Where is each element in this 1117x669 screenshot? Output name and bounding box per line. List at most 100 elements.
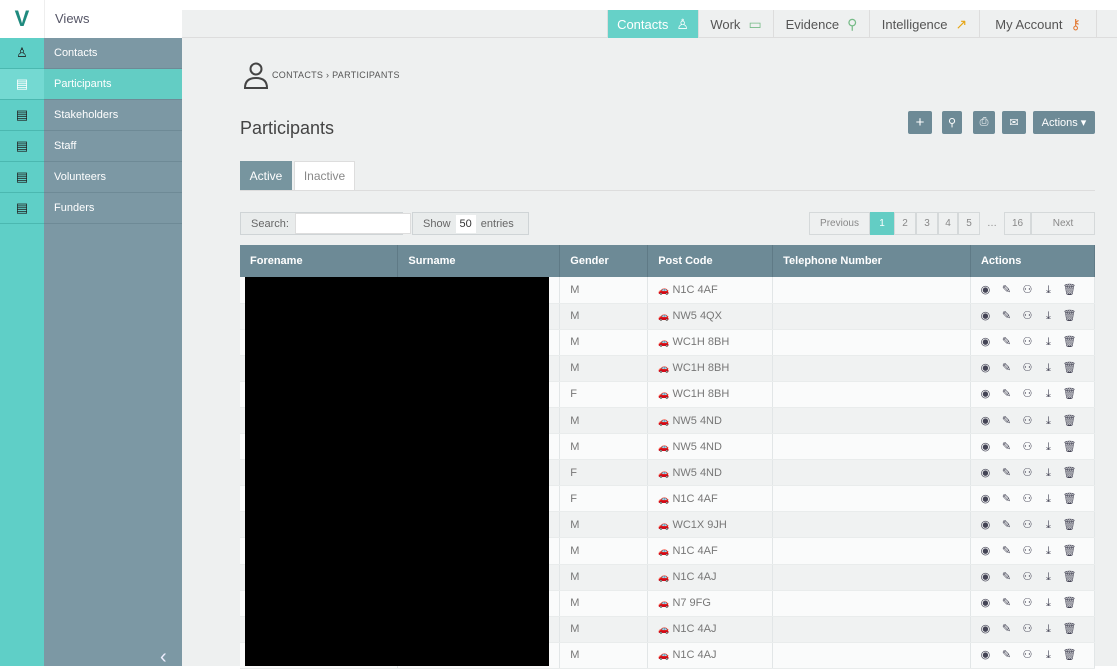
- group-icon[interactable]: ⚇: [1017, 648, 1038, 661]
- download-icon[interactable]: ⤓: [1038, 519, 1059, 532]
- download-icon[interactable]: ⤓: [1038, 649, 1059, 662]
- view-icon[interactable]: ◉: [975, 335, 996, 348]
- group-icon[interactable]: ⚇: [1017, 492, 1038, 505]
- group-icon[interactable]: ⚇: [1017, 414, 1038, 427]
- download-icon[interactable]: ⤓: [1038, 571, 1059, 584]
- list-icon[interactable]: ▤: [0, 131, 44, 162]
- group-icon[interactable]: ⚇: [1017, 309, 1038, 322]
- list-icon[interactable]: ▤: [0, 162, 44, 193]
- download-icon[interactable]: ⤓: [1038, 467, 1059, 480]
- view-icon[interactable]: ◉: [975, 466, 996, 479]
- download-icon[interactable]: ⤓: [1038, 336, 1059, 349]
- edit-icon[interactable]: ✎: [996, 414, 1017, 427]
- page-16-button[interactable]: 16: [1004, 212, 1031, 235]
- page-4-button[interactable]: 4: [938, 212, 958, 235]
- topnav-intelligence[interactable]: Intelligence ↗: [869, 10, 979, 38]
- list-icon[interactable]: ▤: [0, 100, 44, 131]
- edit-icon[interactable]: ✎: [996, 518, 1017, 531]
- column-header-forename[interactable]: Forename: [240, 245, 399, 277]
- breadcrumb[interactable]: CONTACTS › PARTICIPANTS: [272, 70, 400, 80]
- delete-icon[interactable]: 🗑: [1059, 492, 1080, 505]
- edit-icon[interactable]: ✎: [996, 283, 1017, 296]
- view-icon[interactable]: ◉: [975, 544, 996, 557]
- view-icon[interactable]: ◉: [975, 309, 996, 322]
- group-icon[interactable]: ⚇: [1017, 361, 1038, 374]
- actions-dropdown[interactable]: Actions ▾: [1033, 111, 1095, 134]
- sidebar-item-funders[interactable]: Funders: [44, 193, 182, 224]
- download-icon[interactable]: ⤓: [1038, 415, 1059, 428]
- views-label[interactable]: Views: [44, 0, 182, 38]
- download-icon[interactable]: ⤓: [1038, 284, 1059, 297]
- next-page-button[interactable]: Next: [1031, 212, 1095, 235]
- sidebar-item-contacts[interactable]: Contacts: [44, 38, 182, 69]
- app-logo[interactable]: V: [0, 0, 44, 38]
- delete-icon[interactable]: 🗑: [1059, 570, 1080, 583]
- previous-page-button[interactable]: Previous: [809, 212, 870, 235]
- group-icon[interactable]: ⚇: [1017, 440, 1038, 453]
- sidebar-item-staff[interactable]: Staff: [44, 131, 182, 162]
- tab-active[interactable]: Active: [240, 161, 292, 190]
- view-icon[interactable]: ◉: [975, 622, 996, 635]
- view-icon[interactable]: ◉: [975, 596, 996, 609]
- edit-icon[interactable]: ✎: [996, 492, 1017, 505]
- delete-icon[interactable]: 🗑: [1059, 440, 1080, 453]
- group-icon[interactable]: ⚇: [1017, 570, 1038, 583]
- view-icon[interactable]: ◉: [975, 361, 996, 374]
- column-header-gender[interactable]: Gender: [559, 245, 649, 277]
- add-button[interactable]: +: [908, 111, 932, 134]
- edit-icon[interactable]: ✎: [996, 466, 1017, 479]
- search-button[interactable]: ⚲: [942, 111, 962, 134]
- delete-icon[interactable]: 🗑: [1059, 361, 1080, 374]
- sidebar-item-participants[interactable]: Participants: [44, 69, 185, 100]
- delete-icon[interactable]: 🗑: [1059, 335, 1080, 348]
- download-icon[interactable]: ⤓: [1038, 623, 1059, 636]
- group-icon[interactable]: ⚇: [1017, 596, 1038, 609]
- topnav-my-account[interactable]: My Account ⚷: [979, 10, 1097, 38]
- tab-inactive[interactable]: Inactive: [294, 161, 355, 190]
- edit-icon[interactable]: ✎: [996, 648, 1017, 661]
- download-icon[interactable]: ⤓: [1038, 493, 1059, 506]
- delete-icon[interactable]: 🗑: [1059, 648, 1080, 661]
- group-icon[interactable]: ⚇: [1017, 466, 1038, 479]
- column-header-postcode[interactable]: Post Code: [647, 245, 774, 277]
- contacts-icon[interactable]: ♙: [0, 38, 44, 69]
- view-icon[interactable]: ◉: [975, 570, 996, 583]
- delete-icon[interactable]: 🗑: [1059, 596, 1080, 609]
- edit-icon[interactable]: ✎: [996, 570, 1017, 583]
- view-icon[interactable]: ◉: [975, 440, 996, 453]
- search-input[interactable]: [294, 213, 411, 234]
- delete-icon[interactable]: 🗑: [1059, 309, 1080, 322]
- edit-icon[interactable]: ✎: [996, 440, 1017, 453]
- view-icon[interactable]: ◉: [975, 492, 996, 505]
- download-icon[interactable]: ⤓: [1038, 362, 1059, 375]
- delete-icon[interactable]: 🗑: [1059, 414, 1080, 427]
- topnav-evidence[interactable]: Evidence ⚲: [773, 10, 869, 38]
- group-icon[interactable]: ⚇: [1017, 518, 1038, 531]
- edit-icon[interactable]: ✎: [996, 335, 1017, 348]
- edit-icon[interactable]: ✎: [996, 387, 1017, 400]
- delete-icon[interactable]: 🗑: [1059, 518, 1080, 531]
- sidebar-item-volunteers[interactable]: Volunteers: [44, 162, 182, 193]
- group-icon[interactable]: ⚇: [1017, 387, 1038, 400]
- view-icon[interactable]: ◉: [975, 648, 996, 661]
- delete-icon[interactable]: 🗑: [1059, 283, 1080, 296]
- email-button[interactable]: ✉: [1002, 111, 1026, 134]
- view-icon[interactable]: ◉: [975, 387, 996, 400]
- column-header-telephone[interactable]: Telephone Number: [772, 245, 971, 277]
- page-3-button[interactable]: 3: [916, 212, 938, 235]
- column-header-surname[interactable]: Surname: [397, 245, 561, 277]
- group-icon[interactable]: ⚇: [1017, 544, 1038, 557]
- delete-icon[interactable]: 🗑: [1059, 387, 1080, 400]
- page-5-button[interactable]: 5: [958, 212, 980, 235]
- download-icon[interactable]: ⤓: [1038, 441, 1059, 454]
- download-icon[interactable]: ⤓: [1038, 597, 1059, 610]
- view-icon[interactable]: ◉: [975, 414, 996, 427]
- group-icon[interactable]: ⚇: [1017, 622, 1038, 635]
- view-icon[interactable]: ◉: [975, 518, 996, 531]
- edit-icon[interactable]: ✎: [996, 622, 1017, 635]
- group-icon[interactable]: ⚇: [1017, 283, 1038, 296]
- topnav-work[interactable]: Work ▭: [698, 10, 773, 38]
- delete-icon[interactable]: 🗑: [1059, 622, 1080, 635]
- list-icon[interactable]: ▤: [0, 69, 44, 100]
- download-icon[interactable]: ⤓: [1038, 545, 1059, 558]
